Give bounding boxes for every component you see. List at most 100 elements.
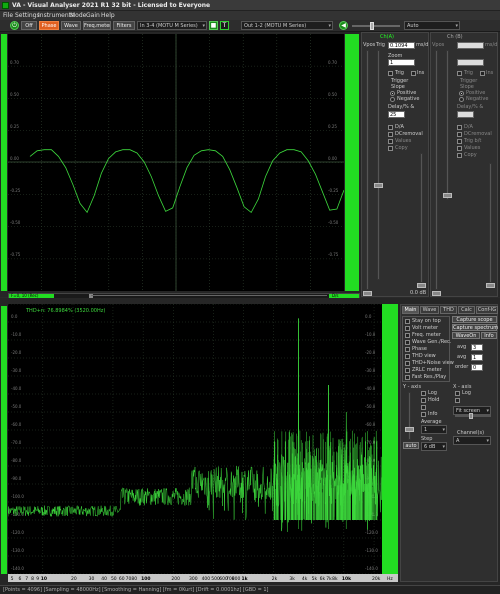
filters-button[interactable]: Filters <box>113 21 135 30</box>
capture-spectrum-button[interactable]: Capture spectrum <box>452 324 498 331</box>
tab-thd[interactable]: THD <box>440 306 457 314</box>
spec-db-label-right: -120.0 <box>365 530 378 535</box>
ch-b-negative-radio[interactable] <box>459 97 464 102</box>
option-checkbox[interactable] <box>405 368 410 373</box>
ch-b-positive-radio[interactable] <box>459 91 464 96</box>
ch-b-delay-input[interactable] <box>457 111 474 118</box>
ch-b-trigbt-checkbox[interactable] <box>457 139 462 144</box>
menu-help[interactable]: Help <box>101 12 115 19</box>
ch-b-trig-thumb[interactable] <box>443 193 452 198</box>
ch-b-trig-checkbox[interactable] <box>457 71 462 76</box>
x-axis-slider[interactable] <box>455 413 491 419</box>
step-select[interactable]: 6 dB <box>421 442 447 451</box>
ch-a-da-checkbox[interactable] <box>388 125 393 130</box>
ch-b-ins-checkbox[interactable] <box>480 71 485 76</box>
ch-a-ins-checkbox[interactable] <box>411 71 416 76</box>
y-axis-thumb[interactable] <box>405 427 414 432</box>
menu-file[interactable]: File <box>3 12 13 19</box>
ch-a-dcremoval-checkbox[interactable] <box>388 132 393 137</box>
tab-wave[interactable]: Wave <box>420 306 439 314</box>
ch-a-vpos-thumb[interactable] <box>363 291 372 296</box>
input-device-select[interactable]: In 3-4 (MOTU M Series) <box>137 21 207 30</box>
tab-main[interactable]: Main <box>402 306 419 314</box>
ch-b-zoom-input[interactable] <box>457 59 484 66</box>
ch-a-positive-radio[interactable] <box>390 91 395 96</box>
channels-select[interactable]: A <box>453 436 491 445</box>
ch-a-copy-checkbox[interactable] <box>388 146 393 151</box>
output-toggle-icon[interactable]: ■ <box>209 21 218 30</box>
ch-b-vpos-thumb[interactable] <box>432 291 441 296</box>
info-button[interactable]: Info <box>481 332 497 339</box>
spectrum-right-level-bar <box>382 304 398 574</box>
option-checkbox[interactable] <box>405 354 410 359</box>
ch-b-copy-checkbox[interactable] <box>457 153 462 158</box>
ch-b-da-checkbox[interactable] <box>457 125 462 130</box>
spin-input-1[interactable]: 3 <box>471 344 483 351</box>
tab-calc[interactable]: Calc <box>458 306 475 314</box>
ch-b-vpos-slider[interactable] <box>435 50 438 290</box>
ch-a-vpos-slider[interactable] <box>366 50 369 290</box>
y-axis-slider[interactable] <box>408 392 411 440</box>
spin-input-2[interactable]: 1 <box>471 354 483 361</box>
spec-db-label-right: -50.0 <box>365 404 376 409</box>
trigger-icon[interactable]: T <box>220 21 229 30</box>
toolbar: ⏻ Off Phase Wave Freq.meter Filters In 3… <box>0 20 500 32</box>
ch-b-gain-slider[interactable] <box>489 163 492 283</box>
hold-checkbox[interactable] <box>421 398 426 403</box>
ch-b-gain-thumb[interactable] <box>486 283 495 288</box>
auto-button[interactable]: auto <box>403 442 419 449</box>
ch-a-delay-input[interactable]: 25 <box>388 111 405 118</box>
speaker-icon[interactable]: ◀ <box>339 21 348 30</box>
menu-mode[interactable]: Mode <box>70 12 86 19</box>
tab-conf[interactable]: Conf-IG <box>476 306 498 314</box>
channel-a-panel: Ch(A) Vpos Trig ms/d 0.1094 Zoom 1 Trig … <box>361 32 429 297</box>
info-checkbox[interactable] <box>421 412 426 417</box>
off-button[interactable]: Off <box>21 21 37 30</box>
spec-db-label-left: -20.0 <box>11 350 22 355</box>
average-select[interactable]: 1 <box>421 425 447 434</box>
ch-a-msdiv-input[interactable]: 0.1094 <box>388 42 415 49</box>
option-checkbox[interactable] <box>405 326 410 331</box>
ch-b-msdiv-label: ms/d <box>485 42 498 48</box>
option-checkbox[interactable] <box>405 340 410 345</box>
spec-opt-3-checkbox[interactable] <box>421 405 426 410</box>
ch-b-msdiv-input[interactable] <box>457 42 484 49</box>
ch-b-dcremoval-checkbox[interactable] <box>457 132 462 137</box>
ch-a-trig-slider[interactable] <box>377 50 380 280</box>
ch-a-gain-slider[interactable] <box>420 153 423 283</box>
menu-instruments[interactable]: Instruments <box>38 12 74 19</box>
spin-input-3[interactable]: 0 <box>471 364 483 371</box>
menu-settings[interactable]: Settings <box>15 12 40 19</box>
volume-slider[interactable] <box>352 22 400 30</box>
auto-select[interactable]: Auto <box>404 21 460 30</box>
spec-db-label-left: -50.0 <box>11 404 22 409</box>
ch-a-trig-checkbox[interactable] <box>388 71 393 76</box>
menu-gain[interactable]: Gain <box>86 12 100 19</box>
option-checkbox[interactable] <box>405 333 410 338</box>
ch-a-negative-radio[interactable] <box>390 97 395 102</box>
waveon-button[interactable]: WaveOn <box>452 332 480 339</box>
capture-scope-button[interactable]: Capture scope <box>452 316 497 323</box>
log-x-checkbox[interactable] <box>455 391 460 396</box>
option-label: Wave Gen./Rec. <box>412 339 452 345</box>
log-checkbox[interactable] <box>421 391 426 396</box>
volume-thumb[interactable] <box>370 22 374 30</box>
ch-b-trig-slider[interactable] <box>446 50 449 200</box>
power-icon[interactable]: ⏻ <box>10 21 19 30</box>
ch-a-ins-option: Ins <box>417 70 425 76</box>
x-opt-2-checkbox[interactable] <box>455 398 460 403</box>
option-checkbox[interactable] <box>405 319 410 324</box>
ch-b-values-checkbox[interactable] <box>457 146 462 151</box>
phase-button[interactable]: Phase <box>39 21 59 30</box>
ch-a-gain-thumb[interactable] <box>417 283 426 288</box>
spec-freq-label: 5k <box>312 576 318 582</box>
ch-a-values-checkbox[interactable] <box>388 139 393 144</box>
ch-a-zoom-input[interactable]: 1 <box>388 59 415 66</box>
option-checkbox[interactable] <box>405 361 410 366</box>
freq-meter-button[interactable]: Freq.meter <box>83 21 111 30</box>
ch-a-trig-thumb[interactable] <box>374 183 383 188</box>
wave-button[interactable]: Wave <box>61 21 81 30</box>
option-checkbox[interactable] <box>405 347 410 352</box>
option-checkbox[interactable] <box>405 375 410 380</box>
output-device-select[interactable]: Out 1-2 (MOTU M Series) <box>241 21 333 30</box>
